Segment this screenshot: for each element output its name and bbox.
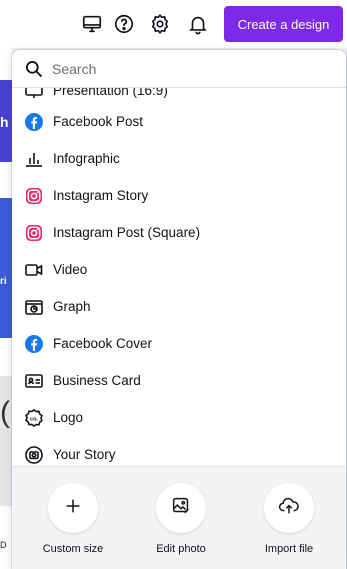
edit-photo-icon: [170, 495, 192, 522]
list-item-instagram-post[interactable]: Instagram Post (Square): [12, 214, 346, 251]
list-item-label: Presentation (16:9): [53, 88, 168, 98]
create-design-button[interactable]: Create a design: [224, 6, 343, 42]
custom-size-label: Custom size: [42, 543, 104, 555]
list-item-label: Instagram Story: [53, 188, 149, 203]
list-item-business-card[interactable]: Business Card: [12, 362, 346, 399]
list-item-label: Video: [53, 262, 88, 277]
settings-icon[interactable]: [148, 12, 172, 36]
background-text: (: [0, 396, 10, 429]
facebook-icon: [24, 334, 44, 354]
import-file-label: Import file: [264, 543, 314, 555]
top-bar: Create a design: [0, 0, 347, 48]
plus-icon: [62, 495, 84, 522]
infographic-icon: [24, 149, 44, 169]
cloud-upload-icon: [278, 495, 300, 522]
edit-photo-button[interactable]: [156, 483, 206, 533]
list-item-instagram-story[interactable]: Instagram Story: [12, 177, 346, 214]
quick-actions: Custom size Edit photo Import file: [12, 466, 346, 569]
background-text: D: [0, 540, 7, 550]
presentation-icon: [24, 88, 44, 101]
desktop-icon[interactable]: [80, 12, 104, 36]
list-item-logo[interactable]: co. Logo: [12, 399, 346, 436]
background-thumbnail: h: [0, 80, 12, 162]
list-item-graph[interactable]: Graph: [12, 288, 346, 325]
instagram-icon: [24, 223, 44, 243]
list-item-infographic[interactable]: Infographic: [12, 140, 346, 177]
list-item-facebook-cover[interactable]: Facebook Cover: [12, 325, 346, 362]
search-input[interactable]: [52, 56, 332, 82]
instagram-icon: [24, 186, 44, 206]
custom-size-action[interactable]: Custom size: [33, 483, 113, 563]
list-item-label: Logo: [53, 410, 84, 425]
list-item-label: Facebook Post: [53, 114, 144, 129]
svg-text:co.: co.: [30, 416, 38, 422]
list-item-video[interactable]: Video: [12, 251, 346, 288]
design-type-list[interactable]: Presentation (16:9) Facebook Post Infogr…: [12, 88, 346, 466]
facebook-icon: [24, 112, 44, 132]
list-item-label: Instagram Post (Square): [53, 225, 201, 240]
list-item-label: Infographic: [53, 151, 120, 166]
background-text: h: [0, 114, 9, 130]
background-thumbnail: ri: [0, 198, 12, 338]
background-thumbnail: (: [0, 376, 12, 506]
list-item-label: Business Card: [53, 373, 141, 388]
import-file-action[interactable]: Import file: [249, 483, 329, 563]
list-item-facebook-post[interactable]: Facebook Post: [12, 103, 346, 140]
custom-size-button[interactable]: [48, 483, 98, 533]
list-item-label: Your Story: [53, 447, 116, 462]
edit-photo-action[interactable]: Edit photo: [141, 483, 221, 563]
logo-icon: co.: [24, 408, 44, 428]
search-icon: [24, 59, 44, 79]
bell-icon[interactable]: [186, 12, 210, 36]
import-file-button[interactable]: [264, 483, 314, 533]
create-design-dropdown: Presentation (16:9) Facebook Post Infogr…: [12, 50, 346, 569]
edit-photo-label: Edit photo: [156, 543, 206, 555]
background-text: ri: [0, 276, 7, 287]
list-item-label: Graph: [53, 299, 91, 314]
list-item-your-story[interactable]: Your Story: [12, 436, 346, 466]
search-bar: [12, 50, 346, 88]
help-icon[interactable]: [112, 12, 136, 36]
graph-icon: [24, 297, 44, 317]
video-icon: [24, 260, 44, 280]
business-card-icon: [24, 371, 44, 391]
list-item-label: Facebook Cover: [53, 336, 153, 351]
story-icon: [24, 445, 44, 465]
